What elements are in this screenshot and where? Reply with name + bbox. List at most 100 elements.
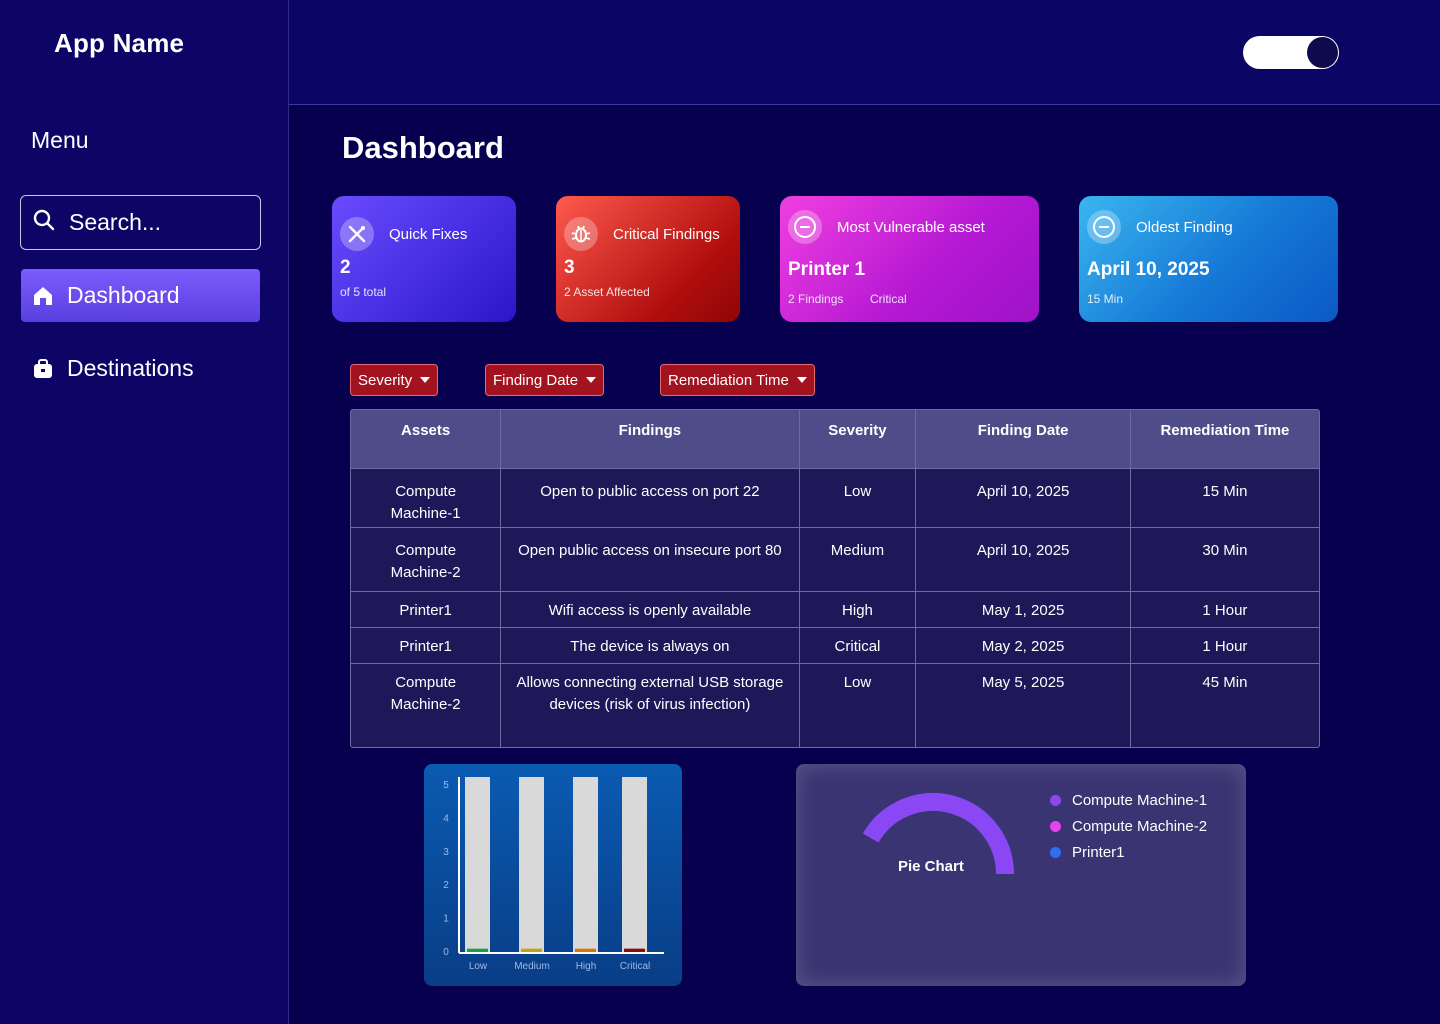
search-input[interactable] xyxy=(69,209,239,236)
bar-chart-svg: 0 1 2 3 4 5 Low Medium High Critical xyxy=(443,777,664,972)
legend-item: Compute Machine-2 xyxy=(1050,813,1207,839)
cell-finding-date: May 5, 2025 xyxy=(915,662,1131,747)
legend-swatch xyxy=(1050,820,1061,832)
bar-track xyxy=(573,777,598,952)
cell-finding-date: May 2, 2025 xyxy=(915,626,1131,663)
card-value: 3 xyxy=(564,257,575,278)
page-title: Dashboard xyxy=(342,130,504,165)
filter-remediation-time[interactable]: Remediation Time xyxy=(660,364,815,396)
card-critical-findings[interactable]: Critical Findings 3 2 Asset Affected xyxy=(556,196,740,322)
x-tick-label: Medium xyxy=(514,961,550,972)
bar-track xyxy=(622,777,647,952)
toggle-knob xyxy=(1307,37,1338,68)
top-bar xyxy=(289,0,1440,105)
column-header[interactable]: Findings xyxy=(500,410,800,468)
cell-finding-date: May 1, 2025 xyxy=(915,590,1131,627)
cell-finding: Open to public access on port 22 xyxy=(500,467,800,527)
bar xyxy=(467,948,488,952)
y-tick-label: 1 xyxy=(443,914,449,925)
cell-remediation-time: 30 Min xyxy=(1130,526,1319,591)
table-row[interactable]: Printer1 Wifi access is openly available… xyxy=(351,590,1319,627)
cell-severity: Low xyxy=(799,662,917,747)
legend-label: Printer1 xyxy=(1072,843,1125,861)
cell-finding: Wifi access is openly available xyxy=(500,590,800,627)
cell-severity: Low xyxy=(799,467,917,527)
chevron-down-icon xyxy=(586,377,597,383)
sidebar-item-destinations[interactable]: Destinations xyxy=(21,342,260,395)
column-header[interactable]: Severity xyxy=(799,410,917,468)
bug-icon xyxy=(564,217,598,251)
cell-asset: Printer1 xyxy=(351,590,502,627)
search-box[interactable] xyxy=(20,195,261,250)
legend-swatch xyxy=(1050,846,1061,858)
cell-remediation-time: 45 Min xyxy=(1130,662,1319,747)
y-tick-label: 0 xyxy=(443,947,449,958)
column-header[interactable]: Remediation Time xyxy=(1130,410,1319,468)
pie-chart-svg xyxy=(862,793,1014,875)
cell-finding: Open public access on insecure port 80 xyxy=(500,526,800,591)
sidebar-item-dashboard[interactable]: Dashboard xyxy=(21,269,260,322)
minus-circle-icon xyxy=(788,210,822,244)
cell-asset: Compute Machine-2 xyxy=(351,662,502,747)
chevron-down-icon xyxy=(796,377,807,383)
search-icon xyxy=(33,209,55,236)
cell-severity: High xyxy=(799,590,917,627)
table-row[interactable]: Compute Machine-2 Allows connecting exte… xyxy=(351,662,1319,747)
cell-asset: Printer1 xyxy=(351,626,502,663)
x-tick-label: Critical xyxy=(620,961,651,972)
cell-severity: Critical xyxy=(799,626,917,663)
bar xyxy=(521,948,542,952)
legend-swatch xyxy=(1050,794,1061,806)
legend-item: Compute Machine-1 xyxy=(1050,787,1207,813)
card-sub: 2 Asset Affected xyxy=(564,285,650,299)
y-tick-label: 2 xyxy=(443,880,449,891)
sidebar: App Name Menu Dashboard Destinations xyxy=(0,0,289,1024)
card-value: Printer 1 xyxy=(788,259,866,280)
chevron-down-icon xyxy=(420,377,431,383)
cell-finding: The device is always on xyxy=(500,626,800,663)
bar xyxy=(575,948,596,952)
column-header[interactable]: Assets xyxy=(351,410,502,468)
card-quick-fixes[interactable]: Quick Fixes 2 of 5 total xyxy=(332,196,516,322)
card-oldest-finding[interactable]: Oldest Finding April 10, 2025 15 Min xyxy=(1079,196,1338,322)
sidebar-item-label: Dashboard xyxy=(67,282,180,308)
table-header-row: Assets Findings Severity Finding Date Re… xyxy=(351,410,1319,468)
card-sub: of 5 total xyxy=(340,285,387,299)
x-tick-label: Low xyxy=(469,961,488,972)
findings-table: Assets Findings Severity Finding Date Re… xyxy=(350,409,1320,748)
legend-item: Printer1 xyxy=(1050,839,1207,865)
cell-finding-date: April 10, 2025 xyxy=(915,526,1131,591)
app-name: App Name xyxy=(54,28,185,58)
legend-label: Compute Machine-2 xyxy=(1072,817,1208,835)
pie-chart-title: Pie Chart xyxy=(898,858,964,875)
filter-label: Finding Date xyxy=(493,371,579,389)
sidebar-item-label: Destinations xyxy=(67,355,194,381)
bar xyxy=(624,948,645,952)
table-row[interactable]: Compute Machine-1 Open to public access … xyxy=(351,467,1319,527)
home-icon xyxy=(32,285,54,307)
card-label: Critical Findings xyxy=(613,225,720,243)
cell-finding-date: April 10, 2025 xyxy=(915,467,1131,527)
table-row[interactable]: Compute Machine-2 Open public access on … xyxy=(351,526,1319,591)
column-header[interactable]: Finding Date xyxy=(915,410,1131,468)
minus-circle-icon xyxy=(1087,210,1121,244)
menu-label: Menu xyxy=(31,127,89,153)
cell-asset: Compute Machine-1 xyxy=(351,467,502,527)
card-sub-severity: Critical xyxy=(870,292,907,306)
card-label: Most Vulnerable asset xyxy=(837,218,985,236)
table-row[interactable]: Printer1 The device is always on Critica… xyxy=(351,626,1319,663)
tools-icon xyxy=(340,217,374,251)
card-most-vulnerable-asset[interactable]: Most Vulnerable asset Printer 1 2 Findin… xyxy=(780,196,1039,322)
cell-remediation-time: 15 Min xyxy=(1130,467,1319,527)
filter-finding-date[interactable]: Finding Date xyxy=(485,364,605,396)
cell-asset: Compute Machine-2 xyxy=(351,526,502,591)
pie-legend: Compute Machine-1 Compute Machine-2 Prin… xyxy=(1050,787,1207,865)
bar-track xyxy=(465,777,490,952)
cell-finding: Allows connecting external USB storage d… xyxy=(500,662,800,747)
asset-pie-chart: Pie Chart Compute Machine-1 Compute Mach… xyxy=(796,764,1246,986)
y-tick-label: 3 xyxy=(443,847,449,858)
card-label: Oldest Finding xyxy=(1136,218,1233,236)
theme-toggle[interactable] xyxy=(1243,36,1339,69)
filter-severity[interactable]: Severity xyxy=(350,364,439,396)
cell-remediation-time: 1 Hour xyxy=(1130,590,1319,627)
